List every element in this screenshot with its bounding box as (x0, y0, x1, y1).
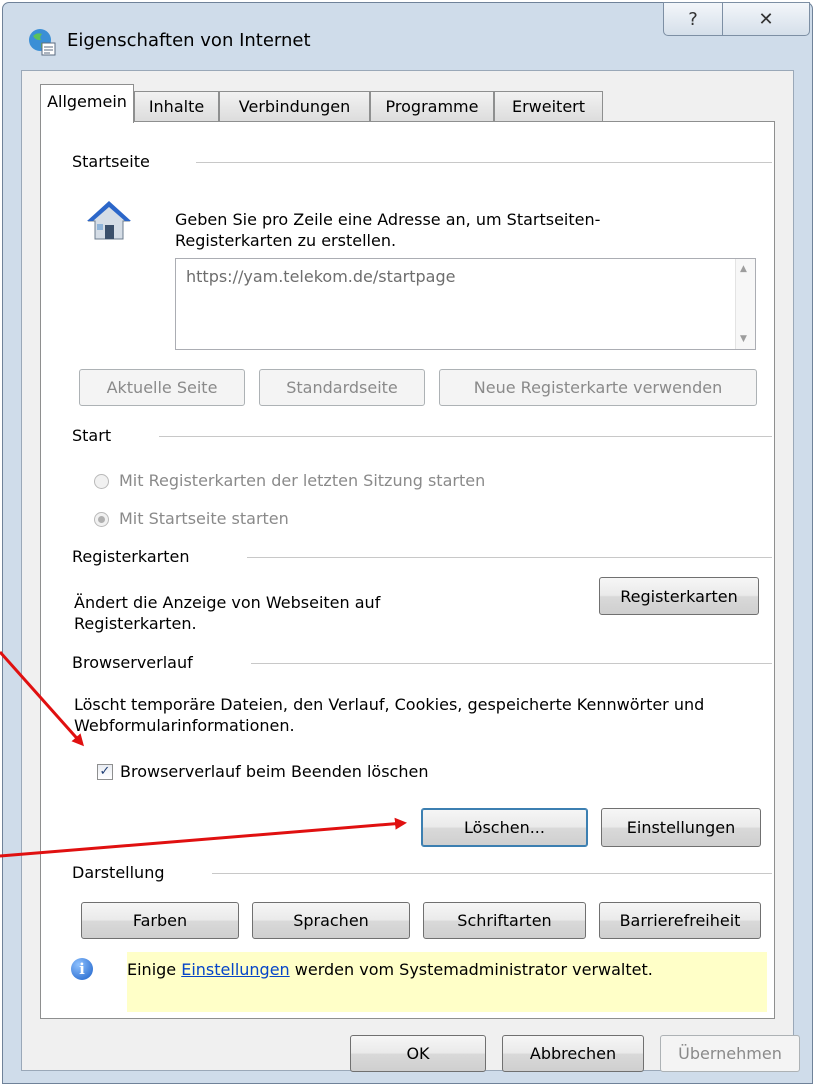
group-divider (212, 873, 772, 874)
group-start-heading: Start (72, 426, 112, 445)
group-darstellung-heading: Darstellung (72, 863, 165, 882)
tab-allgemein[interactable]: Allgemein (40, 84, 134, 123)
group-divider (251, 663, 772, 664)
admin-settings-link[interactable]: Einstellungen (181, 960, 289, 979)
registerkarten-description: Ändert die Anzeige von Webseiten auf Reg… (74, 593, 381, 633)
scroll-down-icon[interactable]: ▼ (740, 334, 747, 344)
startseite-description: Geben Sie pro Zeile eine Adresse an, um … (175, 210, 601, 250)
radio-homepage[interactable] (94, 512, 109, 527)
close-icon: ✕ (758, 8, 774, 30)
title-bar[interactable]: Eigenschaften von Internet ? ✕ (3, 2, 812, 79)
radio-last-session-label: Mit Registerkarten der letzten Sitzung s… (119, 471, 486, 490)
languages-button[interactable]: Sprachen (252, 902, 410, 939)
browserverlauf-description: Löscht temporäre Dateien, den Verlauf, C… (74, 695, 705, 735)
tab-erweitert[interactable]: Erweitert (494, 91, 603, 122)
new-tab-page-button[interactable]: Neue Registerkarte verwenden (439, 369, 757, 406)
homepage-url-textarea[interactable]: https://yam.telekom.de/startpage ▲ ▼ (175, 258, 756, 350)
apply-button[interactable]: Übernehmen (660, 1035, 800, 1072)
help-icon: ? (688, 8, 698, 30)
group-divider (159, 436, 772, 437)
homepage-url-value: https://yam.telekom.de/startpage (186, 267, 456, 286)
group-startseite-heading: Startseite (72, 152, 150, 171)
window-title: Eigenschaften von Internet (67, 30, 311, 51)
scroll-up-icon[interactable]: ▲ (740, 264, 747, 274)
admin-info-text: Einige Einstellungen werden vom Systemad… (127, 960, 653, 979)
home-icon (87, 201, 131, 240)
tabs-settings-button[interactable]: Registerkarten (599, 577, 759, 615)
help-button[interactable]: ? (663, 2, 723, 36)
delete-history-button[interactable]: Löschen... (421, 808, 588, 847)
admin-info-text-before: Einige (127, 960, 182, 979)
history-settings-button[interactable]: Einstellungen (601, 808, 761, 847)
tab-inhalte[interactable]: Inhalte (134, 91, 219, 122)
delete-history-on-exit-label: Browserverlauf beim Beenden löschen (120, 762, 429, 781)
radio-last-session[interactable] (94, 474, 109, 489)
colors-button[interactable]: Farben (81, 902, 239, 939)
accessibility-button[interactable]: Barrierefreiheit (599, 902, 761, 939)
tab-panel-allgemein: Startseite Geben Sie pro Zeile eine Adre… (40, 121, 775, 1019)
tab-verbindungen[interactable]: Verbindungen (219, 91, 370, 122)
current-page-button[interactable]: Aktuelle Seite (79, 369, 245, 406)
radio-homepage-label: Mit Startseite starten (119, 509, 289, 528)
group-browserverlauf-heading: Browserverlauf (72, 653, 193, 672)
default-page-button[interactable]: Standardseite (259, 369, 425, 406)
cancel-button[interactable]: Abbrechen (502, 1035, 644, 1072)
textarea-scrollbar[interactable]: ▲ ▼ (735, 259, 755, 349)
group-registerkarten-heading: Registerkarten (72, 547, 190, 566)
delete-history-on-exit-checkbox[interactable]: ✓ (97, 764, 113, 780)
group-divider (196, 162, 772, 163)
ok-button[interactable]: OK (350, 1035, 486, 1072)
dialog-window: Eigenschaften von Internet ? ✕ Allgemein… (2, 2, 813, 1084)
dialog-client-area: Allgemein Inhalte Verbindungen Programme… (21, 70, 800, 1072)
close-button[interactable]: ✕ (722, 2, 810, 36)
fonts-button[interactable]: Schriftarten (423, 902, 586, 939)
tab-programme[interactable]: Programme (370, 91, 494, 122)
admin-info-text-after: werden vom Systemadministrator verwaltet… (289, 960, 653, 979)
group-divider (247, 557, 772, 558)
internet-options-icon (29, 29, 56, 56)
info-icon: i (71, 958, 93, 980)
